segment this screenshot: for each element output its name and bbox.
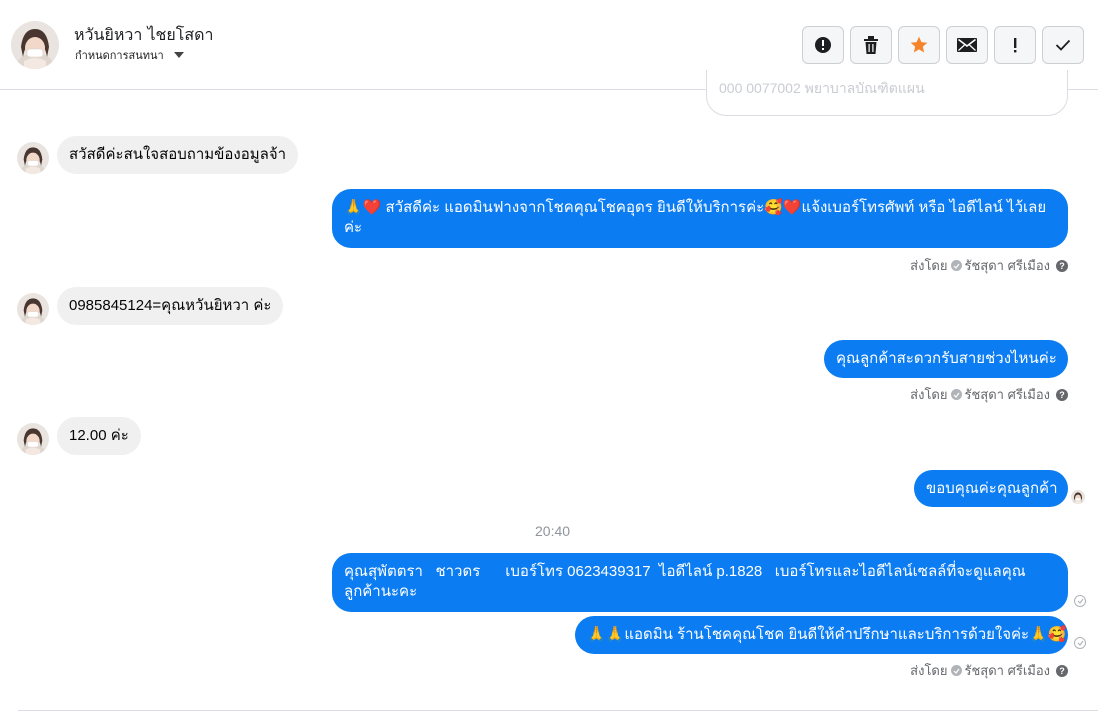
sent-by-label: ส่งโดย [910, 258, 948, 273]
mark-unread-button[interactable] [946, 26, 988, 64]
contact-avatar-small[interactable] [17, 142, 49, 174]
envelope-icon [957, 38, 977, 52]
sent-by-label: ส่งโดย [910, 663, 948, 678]
incoming-message: 12.00 ค่ะ [57, 417, 141, 455]
seen-avatar [1071, 490, 1085, 504]
composer-divider [18, 710, 1098, 711]
verified-icon [950, 665, 962, 676]
contact-avatar-small[interactable] [17, 293, 49, 325]
mark-done-button[interactable] [1042, 26, 1084, 64]
report-button[interactable] [802, 26, 844, 64]
delete-button[interactable] [850, 26, 892, 64]
agent-name: รัชสุดา ศรีเมือง [964, 663, 1051, 678]
delivered-icon [1074, 637, 1086, 649]
exclamation-icon [1014, 38, 1017, 53]
checkmark-icon [1055, 39, 1071, 51]
help-icon[interactable]: ? [1056, 664, 1068, 677]
outgoing-message: คุณสุพัตตรา ชาวดร เบอร์โทร 0623439317 ไอ… [332, 553, 1068, 612]
incoming-message: สวัสดีค่ะสนใจสอบถามข้องอมูลจ้า [57, 136, 299, 174]
alert-circle-icon [815, 37, 831, 53]
verified-icon [950, 260, 962, 271]
sent-by-info: ส่งโดย รัชสุดา ศรีเมือง ? [910, 384, 1068, 405]
star-button[interactable] [898, 26, 940, 64]
contact-name[interactable]: หวันยิหวา ไชยโสดา [74, 23, 213, 48]
important-button[interactable] [994, 26, 1036, 64]
verified-icon [950, 389, 962, 400]
contact-avatar[interactable] [11, 21, 59, 69]
help-icon[interactable]: ? [1056, 388, 1068, 401]
outgoing-message: คุณลูกค้าสะดวกรับสายช่วงไหนค่ะ [824, 340, 1068, 378]
trash-icon [864, 36, 878, 54]
previous-message-bubble: 000 0077002 พยาบาลบัณฑิตแผน [706, 70, 1068, 116]
delivered-icon [1074, 595, 1086, 607]
outgoing-message: ขอบคุณค่ะคุณลูกค้า [914, 470, 1068, 507]
star-icon [910, 36, 928, 53]
agent-name: รัชสุดา ศรีเมือง [964, 387, 1051, 402]
message-timestamp: 20:40 [535, 523, 571, 539]
schedule-label: กำหนดการสนทนา [75, 49, 164, 62]
sent-by-info: ส่งโดย รัชสุดา ศรีเมือง ? [910, 255, 1068, 276]
conversation-schedule-dropdown[interactable]: กำหนดการสนทนา [75, 46, 184, 64]
sent-by-label: ส่งโดย [910, 387, 948, 402]
incoming-message: 0985845124=คุณหวันยิหวา ค่ะ [57, 287, 284, 325]
contact-avatar-small[interactable] [17, 423, 49, 455]
caret-down-icon [173, 52, 184, 58]
previous-message-text: 000 0077002 พยาบาลบัณฑิตแผน [719, 80, 925, 96]
help-icon[interactable]: ? [1056, 259, 1068, 272]
agent-name: รัชสุดา ศรีเมือง [964, 258, 1051, 273]
outgoing-message: 🙏🙏แอดมิน ร้านโชคคุณโชค ยินดีให้คำปรึกษาแ… [575, 616, 1068, 654]
sent-by-info: ส่งโดย รัชสุดา ศรีเมือง ? [910, 660, 1068, 681]
outgoing-message: 🙏❤️ สวัสดีค่ะ แอดมินฟางจากโชคคุณโชคอุดร … [332, 189, 1068, 248]
